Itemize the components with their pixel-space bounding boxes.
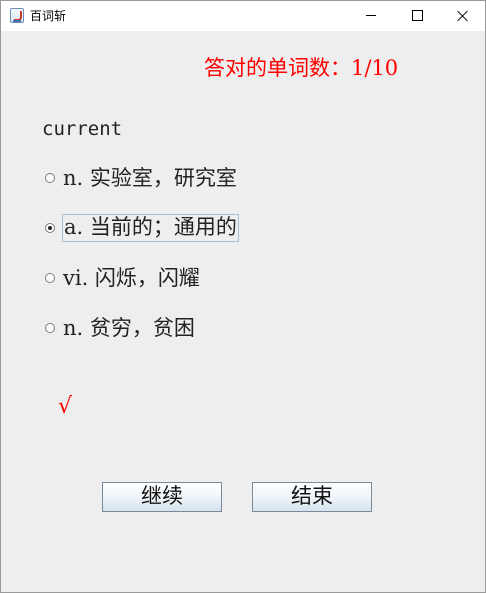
option-label[interactable]: a. 当前的；通用的 [62, 214, 239, 242]
close-icon[interactable] [440, 1, 486, 31]
correct-mark: √ [58, 394, 73, 419]
radio-button[interactable] [45, 323, 55, 333]
title-bar[interactable]: 百词斩 [1, 1, 485, 31]
option-label[interactable]: n. 贫穷，贫困 [62, 315, 196, 341]
score-label: 答对的单词数：1/10 [204, 56, 399, 80]
radio-button[interactable] [45, 273, 55, 283]
end-button[interactable]: 结束 [252, 482, 372, 512]
quiz-word: current [42, 118, 123, 140]
option-label[interactable]: n. 实验室，研究室 [62, 165, 238, 191]
minimize-icon[interactable] [348, 1, 394, 31]
radio-button-selected[interactable] [45, 223, 55, 233]
java-app-icon [10, 8, 24, 23]
window-title: 百词斩 [30, 9, 67, 23]
continue-button[interactable]: 继续 [102, 482, 222, 512]
option-label[interactable]: vi. 闪烁，闪耀 [62, 265, 201, 291]
radio-button[interactable] [45, 173, 55, 183]
maximize-icon[interactable] [394, 1, 440, 31]
app-window: 百词斩 答对的单词数：1/10 current n. 实验室，研究室 a. 当前… [0, 0, 486, 593]
